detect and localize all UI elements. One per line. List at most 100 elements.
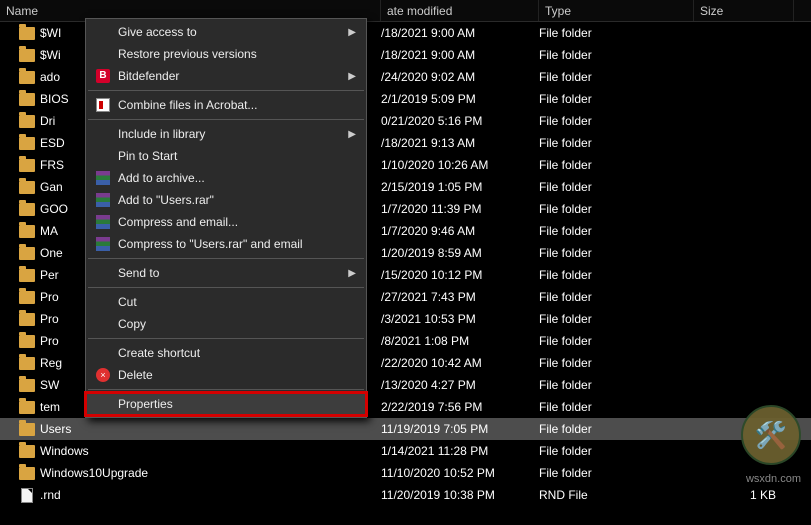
menu-item[interactable]: Restore previous versions bbox=[86, 43, 366, 65]
context-menu[interactable]: Give access to▶ Restore previous versions… bbox=[85, 18, 367, 418]
file-row[interactable]: .rnd11/20/2019 10:38 PMRND File1 KB bbox=[0, 484, 811, 506]
file-row[interactable]: Users11/19/2019 7:05 PMFile folder bbox=[0, 418, 811, 440]
menu-item[interactable]: Compress and email... bbox=[86, 211, 366, 233]
menu-item[interactable]: Include in library ▶ bbox=[86, 123, 366, 145]
folder-icon bbox=[18, 223, 36, 239]
file-date: /18/2021 9:00 AM bbox=[381, 48, 539, 62]
file-date: /15/2020 10:12 PM bbox=[381, 268, 539, 282]
rar-icon bbox=[92, 169, 114, 187]
file-type: File folder bbox=[539, 70, 694, 84]
menu-item[interactable]: Send to▶ bbox=[86, 262, 366, 284]
folder-icon bbox=[18, 289, 36, 305]
file-name: Windows bbox=[40, 444, 381, 458]
menu-item[interactable]: Cut bbox=[86, 291, 366, 313]
menu-item-label: Properties bbox=[118, 397, 340, 411]
file-date: /18/2021 9:13 AM bbox=[381, 136, 539, 150]
file-type: File folder bbox=[539, 246, 694, 260]
file-date: /27/2021 7:43 PM bbox=[381, 290, 539, 304]
menu-item[interactable]: × Delete bbox=[86, 364, 366, 386]
rar-icon bbox=[92, 235, 114, 253]
menu-item[interactable]: Give access to▶ bbox=[86, 21, 366, 43]
file-date: /8/2021 1:08 PM bbox=[381, 334, 539, 348]
menu-item[interactable]: Add to archive... bbox=[86, 167, 366, 189]
file-type: File folder bbox=[539, 202, 694, 216]
menu-separator bbox=[88, 119, 364, 120]
menu-separator bbox=[88, 338, 364, 339]
submenu-arrow-icon: ▶ bbox=[348, 129, 356, 140]
menu-item-label: Cut bbox=[118, 295, 340, 309]
menu-item[interactable]: Compress to "Users.rar" and email bbox=[86, 233, 366, 255]
folder-icon bbox=[18, 355, 36, 371]
menu-item-label: Pin to Start bbox=[118, 149, 340, 163]
blank-icon bbox=[92, 125, 114, 143]
file-date: /22/2020 10:42 AM bbox=[381, 356, 539, 370]
file-date: 2/15/2019 1:05 PM bbox=[381, 180, 539, 194]
submenu-arrow-icon: ▶ bbox=[348, 27, 356, 38]
folder-icon bbox=[18, 267, 36, 283]
menu-item[interactable]: Pin to Start bbox=[86, 145, 366, 167]
folder-icon bbox=[18, 465, 36, 481]
menu-item-label: Add to "Users.rar" bbox=[118, 193, 340, 207]
file-row[interactable]: Windows1/14/2021 11:28 PMFile folder bbox=[0, 440, 811, 462]
rar-icon bbox=[92, 191, 114, 209]
folder-icon bbox=[18, 25, 36, 41]
file-date: /13/2020 4:27 PM bbox=[381, 378, 539, 392]
folder-icon bbox=[18, 135, 36, 151]
del-icon: × bbox=[92, 366, 114, 384]
menu-item-label: Compress and email... bbox=[118, 215, 340, 229]
submenu-arrow-icon: ▶ bbox=[348, 71, 356, 82]
file-name: .rnd bbox=[40, 488, 381, 502]
folder-icon bbox=[18, 157, 36, 173]
menu-item[interactable]: Properties bbox=[86, 393, 366, 415]
folder-icon bbox=[18, 399, 36, 415]
file-type: File folder bbox=[539, 312, 694, 326]
file-type: File folder bbox=[539, 224, 694, 238]
blank-icon bbox=[92, 395, 114, 413]
menu-item-label: Add to archive... bbox=[118, 171, 340, 185]
file-date: 1/7/2020 9:46 AM bbox=[381, 224, 539, 238]
acro-icon bbox=[92, 96, 114, 114]
menu-separator bbox=[88, 90, 364, 91]
logo-badge: 🛠️ bbox=[741, 405, 801, 465]
column-header-size[interactable]: Size bbox=[694, 0, 794, 21]
menu-item-label: Delete bbox=[118, 368, 340, 382]
column-header-type[interactable]: Type bbox=[539, 0, 694, 21]
blank-icon bbox=[92, 147, 114, 165]
menu-item-label: Compress to "Users.rar" and email bbox=[118, 237, 340, 251]
menu-item[interactable]: Copy bbox=[86, 313, 366, 335]
file-date: /18/2021 9:00 AM bbox=[381, 26, 539, 40]
file-type: File folder bbox=[539, 268, 694, 282]
file-type: File folder bbox=[539, 136, 694, 150]
folder-icon bbox=[18, 69, 36, 85]
file-date: 1/10/2020 10:26 AM bbox=[381, 158, 539, 172]
bd-icon: B bbox=[92, 67, 114, 85]
menu-item-label: Restore previous versions bbox=[118, 47, 340, 61]
folder-icon bbox=[18, 113, 36, 129]
blank-icon bbox=[92, 45, 114, 63]
menu-item[interactable]: Combine files in Acrobat... bbox=[86, 94, 366, 116]
blank-icon bbox=[92, 23, 114, 41]
file-type: File folder bbox=[539, 180, 694, 194]
file-type: File folder bbox=[539, 48, 694, 62]
file-row[interactable]: Windows10Upgrade11/10/2020 10:52 PMFile … bbox=[0, 462, 811, 484]
menu-separator bbox=[88, 389, 364, 390]
menu-item-label: Combine files in Acrobat... bbox=[118, 98, 340, 112]
file-date: 0/21/2020 5:16 PM bbox=[381, 114, 539, 128]
menu-item[interactable]: BBitdefender▶ bbox=[86, 65, 366, 87]
menu-item-label: Include in library bbox=[118, 127, 340, 141]
folder-icon bbox=[18, 421, 36, 437]
folder-icon bbox=[18, 47, 36, 63]
file-icon bbox=[18, 487, 36, 503]
folder-icon bbox=[18, 245, 36, 261]
file-name: Windows10Upgrade bbox=[40, 466, 381, 480]
file-date: 1/7/2020 11:39 PM bbox=[381, 202, 539, 216]
file-type: File folder bbox=[539, 334, 694, 348]
menu-item[interactable]: Add to "Users.rar" bbox=[86, 189, 366, 211]
file-date: 11/20/2019 10:38 PM bbox=[381, 488, 539, 502]
blank-icon bbox=[92, 264, 114, 282]
menu-item[interactable]: Create shortcut bbox=[86, 342, 366, 364]
column-header-date-modified[interactable]: ate modified bbox=[381, 0, 539, 21]
file-date: 1/20/2019 8:59 AM bbox=[381, 246, 539, 260]
file-type: File folder bbox=[539, 26, 694, 40]
file-type: File folder bbox=[539, 444, 694, 458]
